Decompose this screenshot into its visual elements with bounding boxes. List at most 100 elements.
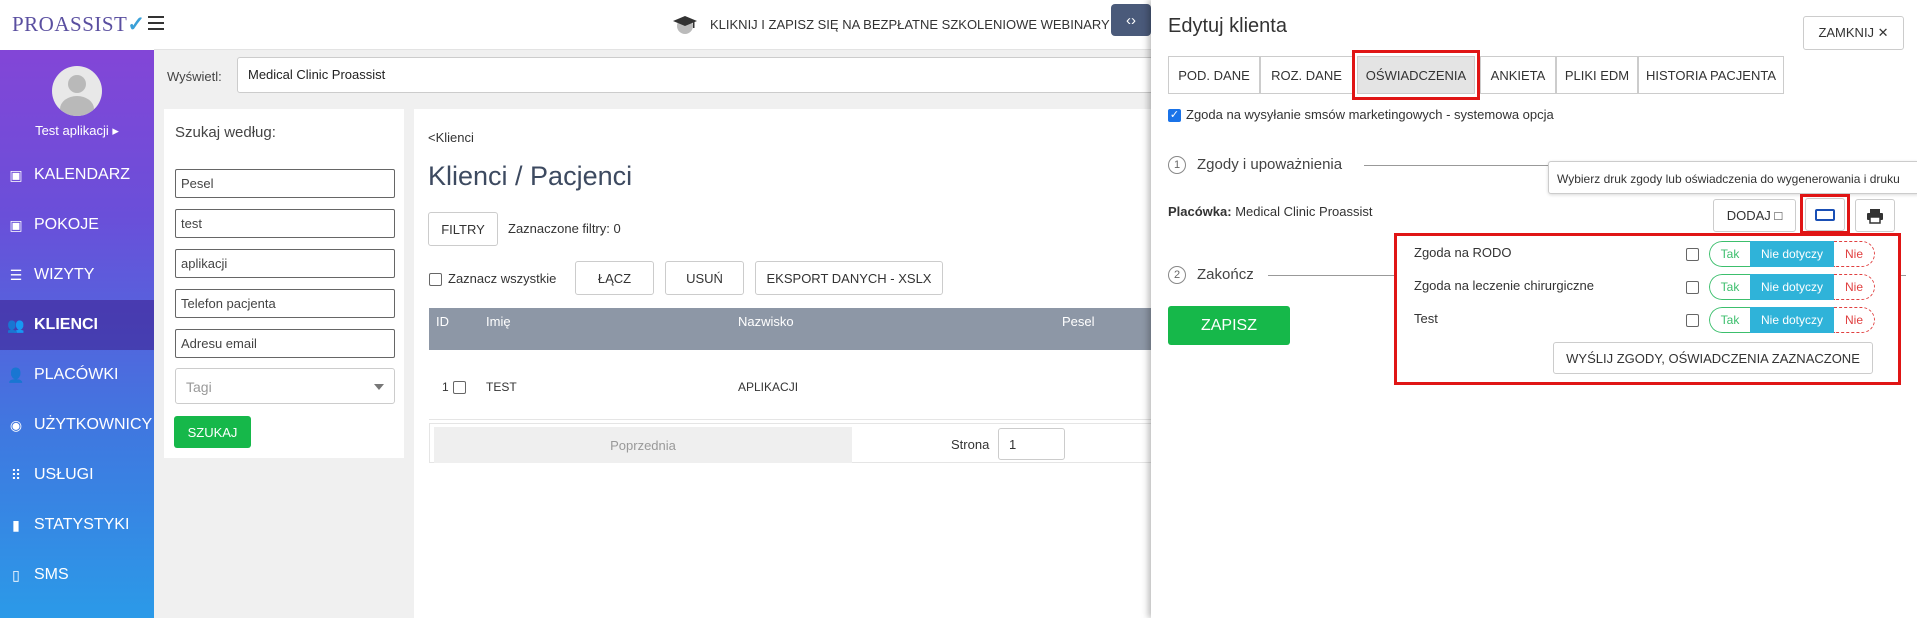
sidebar-item-label: KLIENCI (34, 316, 98, 333)
visits-icon: ☰ (9, 266, 23, 283)
option-yes[interactable]: Tak (1709, 241, 1750, 267)
option-no[interactable]: Nie (1834, 274, 1875, 300)
row-last-name: APLIKACJI (738, 380, 799, 394)
consent-checkbox-surgery[interactable] (1686, 281, 1699, 294)
column-header-pesel[interactable]: Pesel (1062, 314, 1095, 329)
option-yes[interactable]: Tak (1709, 307, 1750, 333)
select-all-label: Zaznacz wszystkie (448, 271, 557, 286)
sms-consent-label: Zgoda na wysyłanie smsów marketingowych … (1186, 107, 1554, 122)
send-consents-button[interactable]: WYŚLIJ ZGODY, OŚWIADCZENIA ZAZNACZONE (1553, 342, 1873, 374)
highlight-preview-button (1800, 194, 1850, 234)
sidebar-item-label: WIZYTY (34, 266, 95, 283)
edit-panel-title: Edytuj klienta (1168, 15, 1287, 37)
merge-button[interactable]: ŁĄCZ (575, 261, 654, 295)
sidebar-item-kalendarz[interactable]: ▣ KALENDARZ (0, 150, 154, 200)
option-no[interactable]: Nie (1834, 241, 1875, 267)
grid-icon: ⠿ (10, 466, 22, 483)
user-icon: ◉ (9, 416, 23, 433)
row-first-name: TEST (486, 380, 517, 394)
avatar[interactable] (52, 66, 102, 116)
logo[interactable]: PROASSIST✓ (12, 12, 146, 37)
select-all-checkbox[interactable] (429, 273, 442, 286)
tab-basic-data[interactable]: POD. DANE (1168, 56, 1260, 94)
step-2-line (1268, 275, 1398, 276)
option-no[interactable]: Nie (1834, 307, 1875, 333)
hamburger-menu-icon[interactable] (148, 16, 164, 30)
close-button[interactable]: ZAMKNIJ ✕ (1803, 16, 1904, 50)
graduation-cap-icon[interactable] (672, 13, 698, 35)
row-checkbox[interactable] (453, 381, 466, 394)
tooltip: Wybierz druk zgody lub oświadczenia do w… (1548, 161, 1917, 194)
filters-info: Zaznaczone filtry: 0 (508, 221, 621, 236)
sidebar-item-label: PLACÓWKI (34, 366, 119, 383)
step-1-number: 1 (1168, 156, 1186, 174)
sms-consent-checkbox[interactable]: ✓ (1168, 109, 1181, 122)
search-last-name-input[interactable]: aplikacji (175, 249, 395, 278)
page-number-input[interactable]: 1 (998, 428, 1065, 460)
search-button[interactable]: SZUKAJ (174, 416, 251, 448)
search-panel (164, 109, 404, 458)
sidebar-item-klienci[interactable]: 👥 KLIENCI (0, 300, 154, 350)
add-user-icon: 👤 (7, 366, 25, 383)
printer-icon (1867, 208, 1883, 224)
search-pesel-input[interactable]: Pesel (175, 169, 395, 198)
consent-checkbox-test[interactable] (1686, 314, 1699, 327)
page-title: Klienci / Pacjenci (428, 161, 633, 191)
document-icon: □ (1774, 208, 1783, 223)
clients-icon: 👥 (7, 316, 25, 333)
sidebar-item-label: UŻYTKOWNICY (34, 416, 153, 433)
tab-extended-data[interactable]: ROZ. DANE (1260, 56, 1353, 94)
tab-edm-files[interactable]: PLIKI EDM (1556, 56, 1638, 94)
sidebar-item-użytkownicy[interactable]: ◉ UŻYTKOWNICY (0, 400, 154, 450)
search-email-input[interactable]: Adresu email (175, 329, 395, 358)
step-1-line (1364, 165, 1549, 166)
option-not-applicable[interactable]: Nie dotyczy (1750, 241, 1834, 267)
tags-select[interactable]: Tagi (175, 368, 395, 404)
column-header-first-name[interactable]: Imię (486, 314, 511, 329)
column-header-last-name[interactable]: Nazwisko (738, 314, 794, 329)
option-not-applicable[interactable]: Nie dotyczy (1750, 274, 1834, 300)
logo-bar: PROASSIST✓ (0, 0, 154, 50)
previous-page-button[interactable]: Poprzednia (434, 427, 852, 463)
display-select[interactable]: Medical Clinic Proassist (237, 57, 1157, 93)
breadcrumb[interactable]: <Klienci (428, 130, 474, 145)
search-phone-input[interactable]: Telefon pacjenta (175, 289, 395, 318)
delete-button[interactable]: USUŃ (665, 261, 744, 295)
phone-icon: ▯ (12, 566, 20, 583)
option-yes[interactable]: Tak (1709, 274, 1750, 300)
user-menu[interactable]: Test aplikacji ▸ (0, 123, 154, 139)
display-label: Wyświetl: (167, 69, 222, 84)
save-button[interactable]: ZAPISZ (1168, 306, 1290, 345)
filters-button[interactable]: FILTRY (428, 212, 498, 246)
consent-name-test: Test (1414, 311, 1438, 326)
consent-toggle-test[interactable]: Tak Nie dotyczy Nie (1709, 307, 1875, 333)
search-first-name-input[interactable]: test (175, 209, 395, 238)
sidebar-item-sms[interactable]: ▯ SMS (0, 550, 154, 600)
option-not-applicable[interactable]: Nie dotyczy (1750, 307, 1834, 333)
consent-toggle-rodo[interactable]: Tak Nie dotyczy Nie (1709, 241, 1875, 267)
consent-name-rodo: Zgoda na RODO (1414, 245, 1512, 260)
tab-survey[interactable]: ANKIETA (1480, 56, 1556, 94)
search-title: Szukaj według: (175, 124, 276, 141)
panel-toggle-button[interactable]: ‹› (1111, 4, 1151, 36)
consent-checkbox-rodo[interactable] (1686, 248, 1699, 261)
sidebar-item-pokoje[interactable]: ▣ POKOJE (0, 200, 154, 250)
facility-label: Placówka: Medical Clinic Proassist (1168, 204, 1373, 219)
step-1-label: Zgody i upoważnienia (1197, 156, 1343, 173)
sidebar-item-label: SMS (34, 566, 69, 583)
sidebar-item-label: POKOJE (34, 216, 99, 233)
export-button[interactable]: EKSPORT DANYCH - XSLX (755, 261, 943, 295)
tab-patient-history[interactable]: HISTORIA PACJENTA (1638, 56, 1784, 94)
print-button[interactable] (1855, 199, 1895, 232)
sidebar-item-placówki[interactable]: 👤 PLACÓWKI (0, 350, 154, 400)
sidebar-item-label: STATYSTYKI (34, 516, 130, 533)
sidebar-item-statystyki[interactable]: ▮ STATYSTYKI (0, 500, 154, 550)
consent-toggle-surgery[interactable]: Tak Nie dotyczy Nie (1709, 274, 1875, 300)
add-button[interactable]: DODAJ □ (1713, 199, 1796, 232)
sidebar-item-usługi[interactable]: ⠿ USŁUGI (0, 450, 154, 500)
calendar-icon: ▣ (9, 166, 23, 183)
sidebar-item-wizyty[interactable]: ☰ WIZYTY (0, 250, 154, 300)
chevron-down-icon (374, 384, 384, 390)
column-header-id[interactable]: ID (436, 314, 449, 329)
webinar-link[interactable]: KLIKNIJ I ZAPISZ SIĘ NA BEZPŁATNE SZKOLE… (710, 17, 1110, 32)
